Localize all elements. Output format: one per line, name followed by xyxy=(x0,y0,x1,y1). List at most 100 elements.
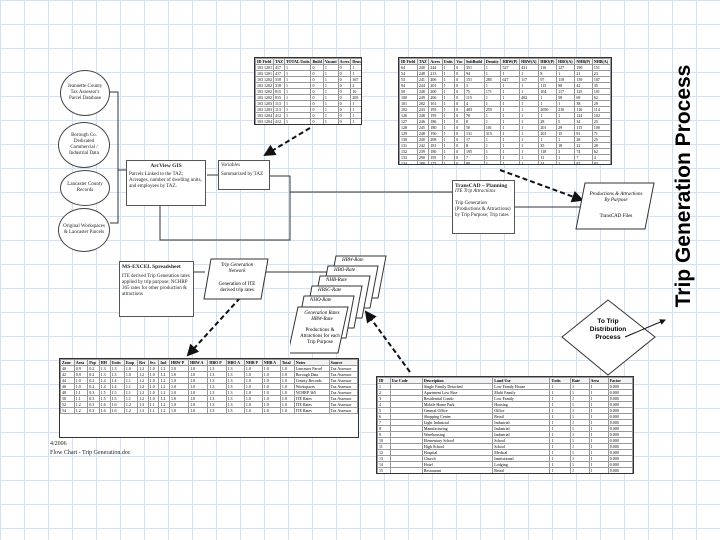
table-cell: 1.0 xyxy=(261,407,281,414)
transcad-box: TransCAD – Planning ITE Trip Attractions… xyxy=(452,180,515,234)
distribution-label: To Trip Distribution Process xyxy=(589,318,627,341)
excel-sheet: Zone Area Pop HH Units Emp Ret Svc Ind HBW P HBW A… xyxy=(59,358,359,438)
table-cell: 134 xyxy=(399,160,418,164)
table-cell: 1 xyxy=(519,160,540,164)
table-cell: 412 xyxy=(273,118,285,124)
arcview-box: ArcView GIS Parcels Linked to the TAZ; A… xyxy=(126,160,206,206)
input-ellipse-2: Borough Co. Dedicated Commercial / Indus… xyxy=(58,122,110,168)
productions-subtitle: TransCAD Files xyxy=(599,214,633,219)
table-cell: 1 xyxy=(322,118,339,124)
table-cell: 175 xyxy=(428,160,443,164)
table-cell: 1.3 xyxy=(137,407,149,414)
production-table: ID Field TAZ Acres Units Vac SubBuild Density H… xyxy=(398,57,612,165)
table-row: 134 288 175 1 0 88 1 1 1 14 1 87 83 xyxy=(399,160,611,164)
transcad-subtitle: ITE Trip Attractions xyxy=(455,189,496,194)
table-cell: 87 xyxy=(574,160,593,164)
variables-box: Variables Summarized by TAZ xyxy=(218,160,270,190)
stack-label-1: HBW-Rate xyxy=(342,258,364,263)
tripgen-model-title: Trip Generation Network xyxy=(220,263,254,274)
table-cell: 1.0 xyxy=(279,407,295,414)
table-cell: 0.3 xyxy=(87,407,100,414)
table-row: 16BankOffice1110.000 xyxy=(378,474,633,475)
stack-label-2: HBO-Rate xyxy=(334,268,356,273)
table-cell: ITE Rates xyxy=(293,407,330,414)
table-cell: 103 1204 xyxy=(255,118,274,124)
table-cell: 1.2 xyxy=(158,407,170,414)
slide-title: Trip Generation Process xyxy=(672,64,695,308)
table-cell: 1.6 xyxy=(109,407,125,414)
table-cell: 1 xyxy=(570,474,589,475)
purpose-grid: ID Use Code Description Land Use Units Rate Ar… xyxy=(377,377,633,475)
stack-label-4: HBSC-Rate xyxy=(318,288,342,293)
table-cell xyxy=(390,474,422,475)
input-ellipse-1: Jeannette County Tax Assessor's Parcel D… xyxy=(60,70,110,116)
input-label-4: Original Workspaces & Lancaster Parcels xyxy=(63,224,105,235)
stack-label-5: NHO-Rate xyxy=(310,298,332,303)
table-cell: Bank xyxy=(422,474,492,475)
productions-shape: Productions & Attractions By Purpose Tra… xyxy=(575,182,655,230)
transcad-text: Trip Generation (Productions & Attractio… xyxy=(455,201,511,218)
footer-filename: Flow Chart - Trip Generation.doc xyxy=(50,450,131,456)
taz-grid: ID Field TAZ TOTAL Units Build Vacant Acres De… xyxy=(255,58,361,124)
excel-title: MS-EXCEL Spreadsheet xyxy=(122,264,181,270)
input-ellipse-3: Lancaster County Records xyxy=(60,170,110,206)
table-cell: 1 xyxy=(556,160,576,164)
table-cell: 16 xyxy=(378,474,391,475)
arcview-title: ArcView GIS xyxy=(150,163,182,169)
dashed-arrow-excel xyxy=(186,297,241,357)
table-cell: 83 xyxy=(591,160,611,164)
table-cell: 1.2 xyxy=(123,407,139,414)
table-cell: 1 xyxy=(483,160,502,164)
stack-front-title: Generation Rates HBW-Rate xyxy=(304,311,340,322)
input-ellipse-4: Original Workspaces & Lancaster Parcels xyxy=(58,208,110,252)
table-cell: 1.1 xyxy=(147,407,160,414)
excel-grid: Zone Area Pop HH Units Emp Ret Svc Ind HBW P HBW A… xyxy=(60,359,358,414)
table-cell: 1 xyxy=(589,474,608,475)
table-cell: 1.0 xyxy=(188,407,209,414)
table-cell: 0 xyxy=(337,118,352,124)
variables-text: Summarized by TAZ xyxy=(221,172,263,177)
table-cell: 1 xyxy=(441,160,456,164)
table-cell: 288 xyxy=(416,160,430,164)
productions-title: Productions & Attractions By Purpose xyxy=(589,192,643,203)
tripgen-model-text: Generation of ITE derived trip rates xyxy=(218,282,256,293)
variables-title: Variables xyxy=(221,163,240,168)
dashed-arrow-taz xyxy=(263,127,311,157)
footer-date: 4/2006 xyxy=(50,441,67,447)
table-cell: Office xyxy=(493,474,550,475)
table-cell: 14 xyxy=(538,160,558,164)
tripgen-model-shape: Trip Generation Network Generation of IT… xyxy=(203,258,269,300)
input-label-1: Jeannette County Tax Assessor's Parcel D… xyxy=(67,84,103,101)
input-label-3: Lancaster County Records xyxy=(67,182,103,193)
table-cell: 1.0 xyxy=(168,407,190,414)
table-cell: 1.6 xyxy=(98,407,111,414)
table-cell: 0 xyxy=(310,118,324,124)
productions-parallelogram xyxy=(575,182,655,230)
stack-front-text: Productions & Attractions for each Trip … xyxy=(300,328,340,345)
table-cell: 1.0 xyxy=(243,407,263,414)
stack-label-3: NHB-Rate xyxy=(326,278,347,283)
table-cell: 1 xyxy=(283,118,312,124)
table-cell: 0.000 xyxy=(608,474,632,475)
table-cell: 1.2 xyxy=(73,407,89,414)
purpose-table: ID Use Code Description Land Use Units Rate Ar… xyxy=(376,376,634,474)
excel-text: ITE derived Trip Generation rates applie… xyxy=(122,274,190,297)
input-label-2: Borough Co. Dedicated Commercial / Indus… xyxy=(69,133,99,156)
production-grid: ID Field TAZ Acres Units Vac SubBuild Density H… xyxy=(399,58,611,164)
excel-box: MS-EXCEL Spreadsheet ITE derived Trip Ge… xyxy=(119,261,194,317)
table-cell: 54 xyxy=(60,407,75,414)
table-cell: 1.3 xyxy=(225,407,245,414)
table-cell: 1 xyxy=(350,118,361,124)
taz-table: ID Field TAZ TOTAL Units Build Vacant Acres De… xyxy=(254,57,362,125)
rate-stack: HBW-Rate HBO-Rate NHB-Rate HBSC-Rate NHO… xyxy=(290,255,400,355)
table-cell: 1 xyxy=(550,474,570,475)
table-row: 103 1204 412 1 0 1 0 1 xyxy=(255,118,361,124)
arcview-text: Parcels Linked to the TAZ; Acreages, num… xyxy=(129,172,202,189)
table-row: 54 1.2 0.3 1.6 1.6 1.2 1.3 1.1 1.2 1.0 1.0 1.3 1.3 1.… xyxy=(60,407,358,414)
inputs-bracket xyxy=(110,91,119,224)
table-cell: Tax Assessor xyxy=(328,407,358,414)
table-cell: 1 xyxy=(500,160,521,164)
table-cell: 88 xyxy=(463,160,485,164)
table-cell: 1.3 xyxy=(207,407,227,414)
table-cell: 0 xyxy=(454,160,465,164)
